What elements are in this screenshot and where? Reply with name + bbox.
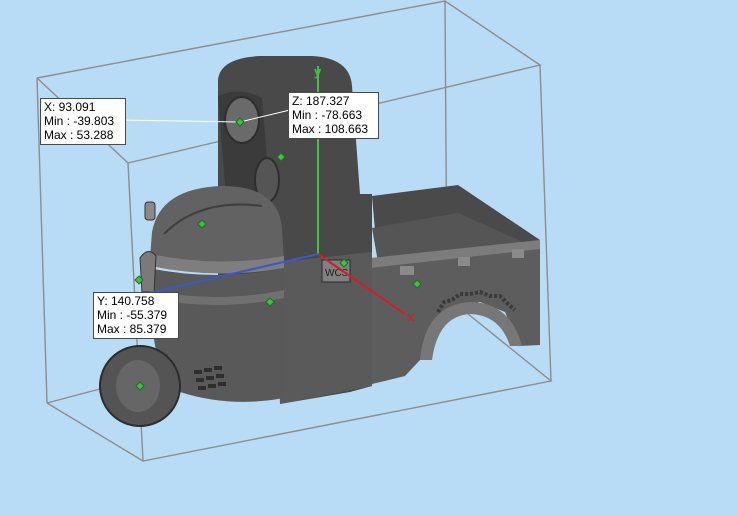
- front-pipe: [144, 201, 156, 221]
- front-dome: [150, 186, 284, 265]
- y-dimension-max: Max : 85.379: [97, 322, 167, 336]
- z-dimension-value: Z: 187.327: [292, 94, 350, 108]
- cargo-hinge-2: [458, 257, 470, 266]
- y-dimension-value: Y: 140.758: [97, 294, 155, 308]
- 3d-viewport[interactable]: WCS y x z: [0, 0, 738, 516]
- axis-x-label: x: [407, 309, 415, 324]
- x-dimension-value: X: 93.091: [44, 100, 96, 114]
- z-dimension-max: Max : 108.663: [292, 122, 369, 136]
- x-dimension-min: Min : -39.803: [44, 114, 115, 128]
- front-mirror: [139, 251, 157, 293]
- y-dimension-min: Min : -55.379: [97, 308, 168, 322]
- cargo-hinge-1: [400, 266, 414, 275]
- x-dimension-max: Max : 53.288: [44, 128, 114, 142]
- z-dimension-min: Min : -78.663: [292, 108, 363, 122]
- axis-y-label: y: [314, 64, 322, 79]
- cargo-hinge-3: [512, 249, 524, 258]
- scene-canvas[interactable]: WCS y x z: [0, 0, 738, 516]
- z-dimension-label: Z: 187.327 Min : -78.663 Max : 108.663: [288, 92, 379, 139]
- y-dimension-label: Y: 140.758 Min : -55.379 Max : 85.379: [93, 292, 179, 339]
- x-dimension-label: X: 93.091 Min : -39.803 Max : 53.288: [40, 98, 126, 145]
